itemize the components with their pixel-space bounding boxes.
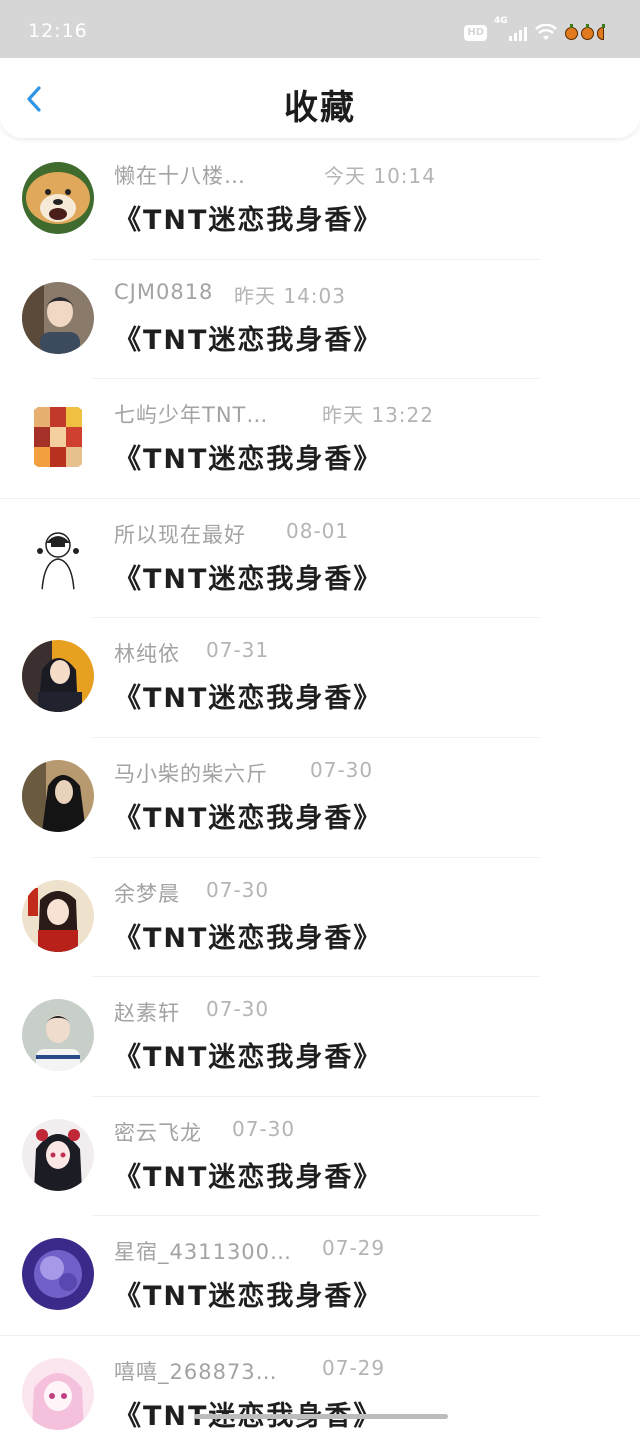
- item-title: 《TNT迷恋我身香》: [114, 563, 383, 595]
- wifi-icon: [535, 24, 557, 40]
- item-username: 赵素轩: [114, 1001, 180, 1026]
- avatar[interactable]: [22, 1238, 94, 1311]
- item-title: 《TNT迷恋我身香》: [114, 683, 383, 715]
- item-time: 08-01: [286, 518, 350, 543]
- item-username: 林纯依: [114, 642, 180, 667]
- status-bar: 12:16 HD 4G: [0, 0, 640, 60]
- list-item[interactable]: 懒在十八楼… 今天 10:14 《TNT迷恋我身香》: [0, 140, 640, 260]
- avatar[interactable]: [22, 999, 94, 1072]
- item-username: 嘻嘻_268873…: [114, 1359, 278, 1384]
- item-username: CJM0818: [114, 279, 214, 304]
- home-indicator[interactable]: [194, 1414, 448, 1419]
- item-title: 《TNT迷恋我身香》: [114, 444, 383, 476]
- item-title: 《TNT迷恋我身香》: [114, 1281, 383, 1313]
- page-title: 收藏: [284, 88, 356, 128]
- favorites-list: 懒在十八楼… 今天 10:14 《TNT迷恋我身香》 CJM0818 昨天 14…: [0, 140, 640, 1456]
- status-icons: HD 4G: [464, 16, 605, 44]
- avatar[interactable]: [22, 520, 94, 593]
- avatar[interactable]: [22, 879, 94, 952]
- item-time: 07-31: [206, 638, 270, 663]
- list-item[interactable]: 余梦晨 07-30 《TNT迷恋我身香》: [0, 858, 640, 978]
- item-username: 密云飞龙: [114, 1120, 202, 1145]
- status-time: 12:16: [28, 20, 88, 42]
- avatar[interactable]: [22, 1118, 94, 1191]
- list-item[interactable]: 林纯依 07-31 《TNT迷恋我身香》: [0, 618, 640, 738]
- item-title: 《TNT迷恋我身香》: [114, 802, 383, 834]
- list-item[interactable]: 七屿少年TNT… 昨天 13:22 《TNT迷恋我身香》: [0, 379, 640, 499]
- item-username: 七屿少年TNT…: [114, 403, 269, 428]
- list-item[interactable]: 嘻嘻_268873… 07-29 《TNT迷恋我身香》: [0, 1336, 640, 1456]
- avatar[interactable]: [22, 162, 94, 234]
- item-username: 所以现在最好: [114, 522, 246, 547]
- item-time: 昨天 13:22: [322, 403, 434, 428]
- item-time: 07-29: [322, 1236, 386, 1261]
- item-username: 马小柴的柴六斤: [114, 761, 268, 786]
- avatar[interactable]: [22, 640, 94, 713]
- list-item[interactable]: 所以现在最好 08-01 《TNT迷恋我身香》: [0, 499, 640, 619]
- item-title: 《TNT迷恋我身香》: [114, 1042, 383, 1074]
- avatar[interactable]: [22, 759, 94, 832]
- item-title: 《TNT迷恋我身香》: [114, 1161, 383, 1193]
- network-type: 4G: [494, 16, 508, 26]
- avatar[interactable]: [22, 401, 94, 474]
- item-time: 07-30: [206, 997, 270, 1022]
- item-username: 星宿_4311300…: [114, 1240, 293, 1265]
- item-time: 07-30: [232, 1116, 296, 1141]
- item-username: 余梦晨: [114, 881, 180, 906]
- item-time: 07-30: [206, 877, 270, 902]
- avatar[interactable]: [22, 1357, 94, 1430]
- hd-badge: HD: [464, 25, 487, 41]
- item-time: 07-29: [322, 1355, 386, 1380]
- list-item[interactable]: 密云飞龙 07-30 《TNT迷恋我身香》: [0, 1097, 640, 1217]
- signal-icon: 4G: [494, 16, 527, 41]
- avatar[interactable]: [22, 281, 94, 354]
- list-item[interactable]: 马小柴的柴六斤 07-30 《TNT迷恋我身香》: [0, 738, 640, 858]
- list-item[interactable]: 星宿_4311300… 07-29 《TNT迷恋我身香》: [0, 1216, 640, 1336]
- item-title: 《TNT迷恋我身香》: [114, 205, 383, 236]
- item-title: 《TNT迷恋我身香》: [114, 922, 383, 954]
- item-username: 懒在十八楼…: [114, 164, 246, 188]
- header: 收藏: [0, 58, 640, 138]
- battery-fruit-icon: [565, 23, 605, 40]
- list-item[interactable]: 赵素轩 07-30 《TNT迷恋我身香》: [0, 977, 640, 1097]
- item-title: 《TNT迷恋我身香》: [114, 324, 383, 356]
- item-time: 07-30: [310, 757, 374, 782]
- list-item[interactable]: CJM0818 昨天 14:03 《TNT迷恋我身香》: [0, 260, 640, 380]
- item-time: 昨天 14:03: [234, 283, 346, 308]
- item-time: 今天 10:14: [324, 164, 436, 188]
